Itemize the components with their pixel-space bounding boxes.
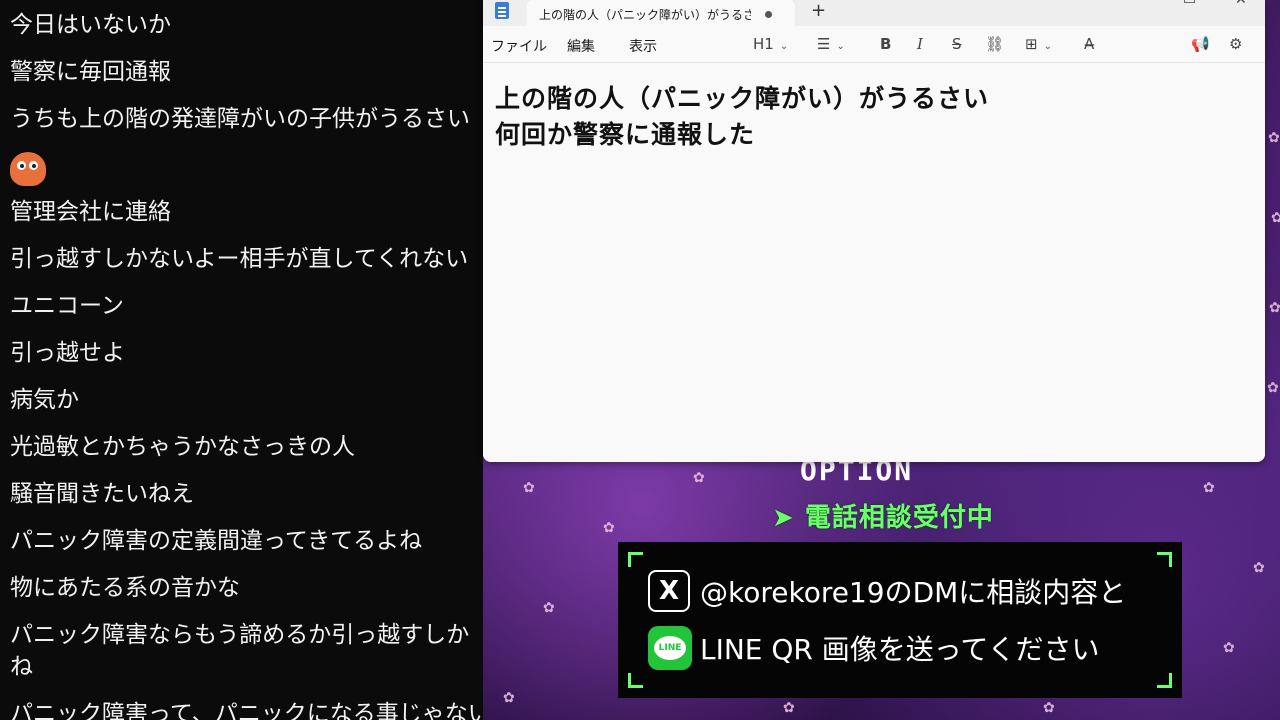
close-button[interactable]: ✕ [1235,0,1247,8]
editor-line: 上の階の人（パニック障がい）がうるさい [495,84,990,113]
frame-corner [1157,552,1172,567]
frame-corner [1157,673,1172,688]
chevron-down-icon: ⌄ [1043,41,1052,52]
menu-view[interactable]: 表示 [629,36,657,56]
contact-text-line: LINE QR 画像を送ってください [700,633,1100,666]
contact-row-line: LINE LINE QR 画像を送ってください [648,626,1100,670]
chat-message: ユニコーン [10,293,124,319]
chat-message: ね [10,654,33,680]
chat-message: 引っ越せよ [10,340,125,366]
italic-button[interactable]: I [917,35,923,53]
unsaved-dot-icon[interactable] [765,10,772,18]
avatar [10,152,46,186]
chevron-down-icon: ⌄ [836,41,845,52]
table-icon: ⊞ [1025,35,1038,53]
clear-format-icon[interactable]: A̶ [1084,35,1094,53]
table-dropdown[interactable]: ⊞ ⌄ [1025,35,1052,53]
avatar-eye [17,161,26,170]
chat-message: 騒音聞きたいねえ [10,481,194,507]
hotline-label: ➤ 電話相談受付中 [772,503,994,533]
editor-area[interactable]: 上の階の人（パニック障がい）がうるさい 何回か警察に通報した [483,62,1265,462]
line-logo-text: LINE [654,636,686,660]
menu-file[interactable]: ファイル [491,36,547,56]
chevron-down-icon: ⌄ [779,41,789,52]
contact-info-box: X @korekore19のDMに相談内容と LINE LINE QR 画像を送… [618,542,1182,698]
chat-message: うちも上の階の発達障がいの子供がうるさい [10,106,470,132]
link-icon[interactable]: ⛓ [985,35,1004,53]
notepad-window: 上の階の人（パニック障がい）がうるさい + ▭ ✕ ファイル 編集 表示 H1 ⌄… [483,0,1265,462]
frame-corner [628,673,643,688]
notepad-app-icon [495,2,509,19]
menu-edit[interactable]: 編集 [567,36,595,56]
contact-text-x: @korekore19のDMに相談内容と [700,576,1127,609]
list-dropdown[interactable]: ☰ ⌄ [817,35,845,53]
heading-label: H1 [753,35,774,53]
chat-message: 警察に毎回通報 [10,59,171,85]
editor-line: 何回か警察に通報した [495,120,756,149]
chat-message: 今日はいないか [10,12,171,38]
chat-message: パニック障害の定義間違ってきてるよね [10,528,423,554]
x-logo-icon: X [648,570,690,612]
menu-bar: ファイル 編集 表示 H1 ⌄ ☰ ⌄ B I S ⛓ ⊞ ⌄ A̶ 📢 ⚙ [483,28,1265,62]
chat-panel: 今日はいないか 警察に毎回通報 うちも上の階の発達障がいの子供がうるさい 管理会… [0,0,483,720]
list-icon: ☰ [817,35,831,53]
chat-message: パニック障害ならもう諦めるか引っ越すしか [10,622,470,648]
new-tab-button[interactable]: + [811,0,826,22]
chat-message: 病気か [10,387,79,413]
contact-row-x: X @korekore19のDMに相談内容と [648,570,1126,612]
minimize-button[interactable]: ▭ [1183,0,1196,8]
tab-title: 上の階の人（パニック障がい）がうるさい [539,7,751,22]
chat-message: 光過敏とかちゃうかなさっきの人 [10,434,355,460]
frame-corner [628,552,643,567]
bold-button[interactable]: B [880,35,891,53]
avatar-eye [29,161,38,170]
copilot-icon[interactable]: 📢 [1191,35,1210,53]
chat-message: 引っ越すしかないよー相手が直してくれない [10,246,469,272]
settings-gear-icon[interactable]: ⚙ [1229,35,1242,53]
title-bar: 上の階の人（パニック障がい）がうるさい + ▭ ✕ [483,0,1265,28]
chat-message: 物にあたる系の音かな [10,575,240,601]
chat-message: 管理会社に連絡 [10,199,171,225]
tab-document[interactable]: 上の階の人（パニック障がい）がうるさい [527,0,795,28]
line-logo-icon: LINE [648,626,692,670]
chat-message: パニック障害って、パニックになる事じゃない [10,701,483,720]
heading-dropdown[interactable]: H1 ⌄ [753,35,788,53]
strikethrough-button[interactable]: S [952,35,962,53]
